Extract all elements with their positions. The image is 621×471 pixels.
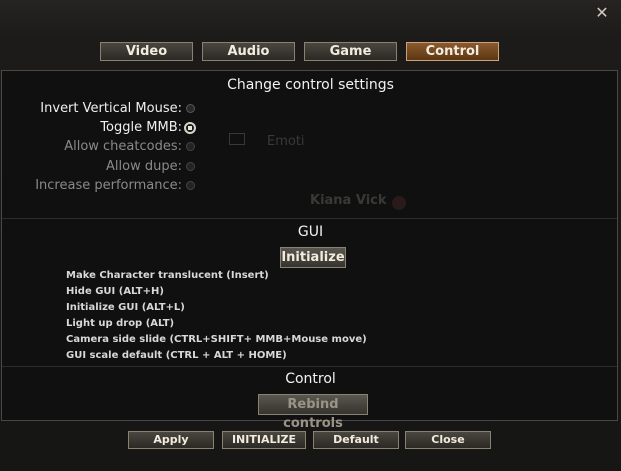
invert-vertical-mouse-label: Invert Vertical Mouse: <box>40 101 182 116</box>
background-ghost-label: Emoti <box>267 134 305 149</box>
toggle-mmb-radio[interactable] <box>184 122 196 134</box>
control-settings-title: Change control settings <box>227 77 394 93</box>
rebind-controls-button[interactable]: Rebind controls <box>258 394 368 431</box>
close-button[interactable]: Close <box>405 431 491 449</box>
tab-game[interactable]: Game <box>304 42 397 61</box>
shortcut-item: Make Character translucent (Insert) <box>66 270 269 281</box>
settings-tabs: Video Audio Game Control <box>100 42 499 61</box>
initialize-gui-button[interactable]: Initialize <box>280 247 346 268</box>
close-icon[interactable]: ✕ <box>594 4 610 22</box>
background-ghost-text: Emoti <box>229 133 305 149</box>
tab-audio[interactable]: Audio <box>202 42 295 61</box>
gui-section-title: GUI <box>297 224 324 240</box>
control-section-title: Control <box>285 371 336 387</box>
initialize-all-button[interactable]: INITIALIZE <box>222 431 306 449</box>
shortcut-item: GUI scale default (CTRL + ALT + HOME) <box>66 350 287 361</box>
tab-control[interactable]: Control <box>406 42 499 61</box>
options-window: ✕ Video Audio Game Control Emoti Kiana V… <box>0 0 621 471</box>
increase-performance-label: Increase performance: <box>35 178 182 193</box>
default-button[interactable]: Default <box>313 431 399 449</box>
section-divider <box>2 366 617 367</box>
toggle-mmb-label: Toggle MMB: <box>100 120 182 135</box>
shortcut-item: Light up drop (ALT) <box>66 318 175 329</box>
allow-cheatcodes-radio[interactable] <box>186 142 195 151</box>
background-ghost-icon <box>229 133 245 145</box>
shortcut-item: Hide GUI (ALT+H) <box>66 286 164 297</box>
gui-shortcut-list: Make Character translucent (Insert) Hide… <box>66 268 367 364</box>
background-ghost-dot <box>392 196 406 210</box>
apply-button[interactable]: Apply <box>128 431 214 449</box>
allow-dupe-label: Allow dupe: <box>106 159 182 174</box>
background-ghost-name-label: Kiana Vick <box>310 193 387 208</box>
increase-performance-radio[interactable] <box>186 181 195 190</box>
section-divider <box>2 218 617 219</box>
allow-dupe-radio[interactable] <box>186 162 195 171</box>
control-panel <box>1 70 618 421</box>
tab-video[interactable]: Video <box>100 42 193 61</box>
shortcut-item: Initialize GUI (ALT+L) <box>66 302 185 313</box>
background-ghost-name: Kiana Vick <box>310 193 387 208</box>
invert-vertical-mouse-radio[interactable] <box>186 104 195 113</box>
shortcut-item: Camera side slide (CTRL+SHIFT+ MMB+Mouse… <box>66 334 367 345</box>
allow-cheatcodes-label: Allow cheatcodes: <box>64 139 182 154</box>
